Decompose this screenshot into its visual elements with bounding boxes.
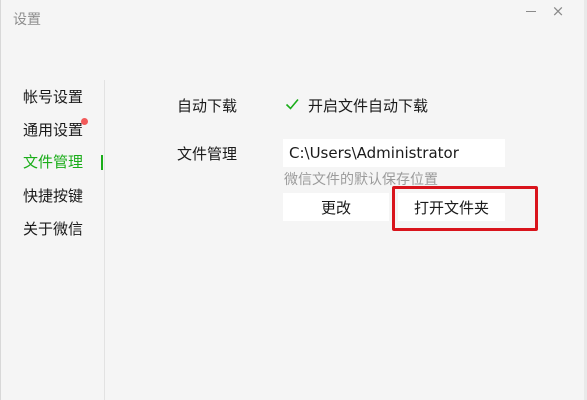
auto-download-checkbox-label[interactable]: 开启文件自动下载 [308, 95, 428, 116]
sidebar-divider [104, 80, 105, 400]
minimize-icon [526, 10, 536, 12]
window-title: 设置 [13, 12, 41, 28]
notification-dot [81, 118, 88, 125]
checkmark-icon [285, 98, 299, 110]
save-path-hint: 微信文件的默认保存位置 [284, 172, 438, 188]
sidebar-item-general[interactable]: 通用设置 [23, 119, 83, 141]
file-management-label: 文件管理 [177, 145, 238, 163]
close-icon: × [551, 2, 565, 20]
sidebar-item-shortcuts[interactable]: 快捷按键 [23, 185, 83, 207]
close-button[interactable]: × [550, 3, 566, 19]
minimize-button[interactable] [523, 3, 539, 19]
change-button[interactable]: 更改 [283, 193, 389, 221]
open-folder-button[interactable]: 打开文件夹 [398, 193, 505, 221]
sidebar-item-about[interactable]: 关于微信 [23, 218, 83, 240]
sidebar-item-account[interactable]: 帐号设置 [23, 86, 83, 108]
sidebar-item-file-management[interactable]: 文件管理 [23, 151, 83, 173]
active-indicator [101, 155, 103, 170]
auto-download-checkbox[interactable] [284, 96, 300, 112]
settings-window: 设置 × 帐号设置 通用设置 文件管理 快捷按键 关于微信 自动下载 开启文件自… [0, 0, 587, 400]
auto-download-label: 自动下载 [177, 97, 238, 115]
save-path-field[interactable] [283, 139, 505, 167]
